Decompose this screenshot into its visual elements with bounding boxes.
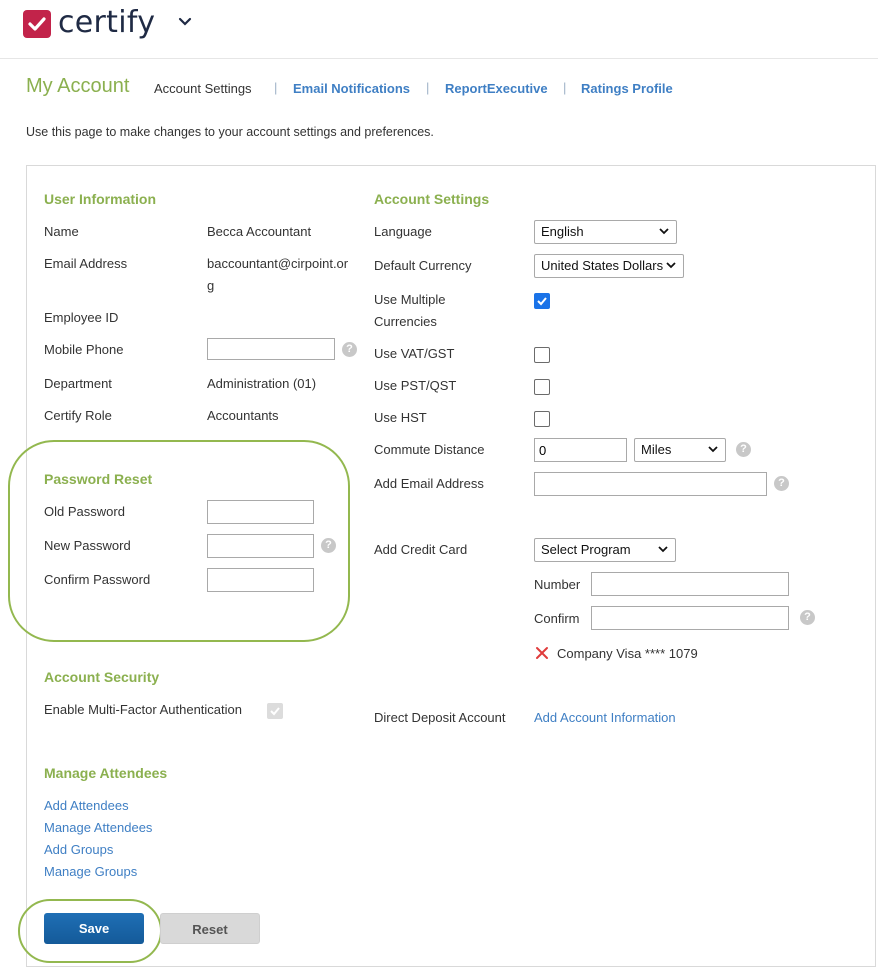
certify-role-label: Certify Role xyxy=(44,408,112,423)
pst-qst-checkbox[interactable] xyxy=(534,379,550,395)
distance-unit-select[interactable]: Miles xyxy=(634,438,726,462)
reset-button[interactable]: Reset xyxy=(160,913,260,944)
language-label: Language xyxy=(374,224,432,239)
nav-separator: | xyxy=(563,80,567,95)
mobile-phone-label: Mobile Phone xyxy=(44,342,124,357)
commute-distance-label: Commute Distance xyxy=(374,442,485,457)
password-reset-heading: Password Reset xyxy=(44,471,153,487)
confirm-password-label: Confirm Password xyxy=(44,572,151,587)
chevron-down-icon xyxy=(658,546,668,553)
default-currency-label: Default Currency xyxy=(374,258,472,273)
save-button[interactable]: Save xyxy=(44,913,144,944)
language-select-value: English xyxy=(541,224,584,239)
old-password-input[interactable] xyxy=(207,500,314,524)
tab-email-notifications[interactable]: Email Notifications xyxy=(293,81,410,96)
email-label: Email Address xyxy=(44,256,128,271)
card-program-select-value: Select Program xyxy=(541,542,631,557)
direct-deposit-label: Direct Deposit Account xyxy=(374,710,506,725)
email-value-line2: g xyxy=(207,278,215,293)
tab-ratings-profile[interactable]: Ratings Profile xyxy=(581,81,673,96)
language-select[interactable]: English xyxy=(534,220,677,244)
multiple-currencies-label-1: Use Multiple xyxy=(374,292,446,307)
manage-groups-link[interactable]: Manage Groups xyxy=(44,864,137,879)
add-credit-card-label: Add Credit Card xyxy=(374,542,468,557)
name-label: Name xyxy=(44,224,79,239)
add-attendees-link[interactable]: Add Attendees xyxy=(44,798,129,813)
old-password-label: Old Password xyxy=(44,504,125,519)
mfa-label: Enable Multi-Factor Authentication xyxy=(44,702,242,717)
distance-unit-select-value: Miles xyxy=(641,442,672,457)
commute-distance-input[interactable] xyxy=(534,438,627,462)
tab-report-executive[interactable]: ReportExecutive xyxy=(445,81,548,96)
pst-qst-label: Use PST/QST xyxy=(374,378,457,393)
user-information-heading: User Information xyxy=(44,191,157,207)
account-settings-heading: Account Settings xyxy=(374,191,490,207)
manage-attendees-link[interactable]: Manage Attendees xyxy=(44,820,152,835)
nav-separator: | xyxy=(274,80,278,95)
confirm-password-input[interactable] xyxy=(207,568,314,592)
help-icon[interactable]: ? xyxy=(736,442,751,457)
mobile-phone-input[interactable] xyxy=(207,338,335,360)
add-email-address-label: Add Email Address xyxy=(374,476,484,491)
intro-text: Use this page to make changes to your ac… xyxy=(26,125,434,139)
new-password-label: New Password xyxy=(44,538,131,553)
help-icon[interactable]: ? xyxy=(342,342,357,357)
mfa-checkbox[interactable] xyxy=(267,703,283,719)
hst-label: Use HST xyxy=(374,410,427,425)
help-icon[interactable]: ? xyxy=(774,476,789,491)
brand-name[interactable]: certify xyxy=(58,5,155,40)
chevron-down-icon[interactable] xyxy=(178,15,192,32)
add-groups-link[interactable]: Add Groups xyxy=(44,842,113,857)
page-title: My Account xyxy=(26,75,130,97)
chevron-down-icon xyxy=(659,228,669,235)
hst-checkbox[interactable] xyxy=(534,411,550,427)
help-icon[interactable]: ? xyxy=(800,610,815,625)
department-label: Department xyxy=(44,376,112,391)
name-value: Becca Accountant xyxy=(207,224,312,239)
card-number-label: Number xyxy=(534,577,581,592)
default-currency-select-value: United States Dollars xyxy=(541,258,664,273)
vat-gst-checkbox[interactable] xyxy=(534,347,550,363)
vat-gst-label: Use VAT/GST xyxy=(374,346,455,361)
tab-account-settings[interactable]: Account Settings xyxy=(154,81,252,96)
multiple-currencies-label-2: Currencies xyxy=(374,314,437,329)
certify-role-value: Accountants xyxy=(207,408,279,423)
help-icon[interactable]: ? xyxy=(321,538,336,553)
new-password-input[interactable] xyxy=(207,534,314,558)
manage-attendees-heading: Manage Attendees xyxy=(44,765,168,781)
chevron-down-icon xyxy=(665,259,677,271)
card-confirm-input[interactable] xyxy=(591,606,789,630)
department-value: Administration (01) xyxy=(207,376,317,391)
nav-separator: | xyxy=(426,80,430,95)
card-program-select[interactable]: Select Program xyxy=(534,538,676,562)
certify-logo-icon[interactable] xyxy=(23,10,51,38)
existing-card-label: Company Visa **** 1079 xyxy=(557,646,698,661)
add-account-information-link[interactable]: Add Account Information xyxy=(534,710,676,725)
card-number-input[interactable] xyxy=(591,572,789,596)
multiple-currencies-checkbox[interactable] xyxy=(534,293,550,309)
add-email-address-input[interactable] xyxy=(534,472,767,496)
email-value-line1: baccountant@cirpoint.or xyxy=(207,256,349,271)
card-confirm-label: Confirm xyxy=(534,611,580,626)
chevron-down-icon xyxy=(708,446,718,453)
employee-id-label: Employee ID xyxy=(44,310,119,325)
account-security-heading: Account Security xyxy=(44,669,160,685)
default-currency-select[interactable]: United States Dollars xyxy=(534,254,684,278)
remove-card-icon[interactable] xyxy=(535,646,549,663)
